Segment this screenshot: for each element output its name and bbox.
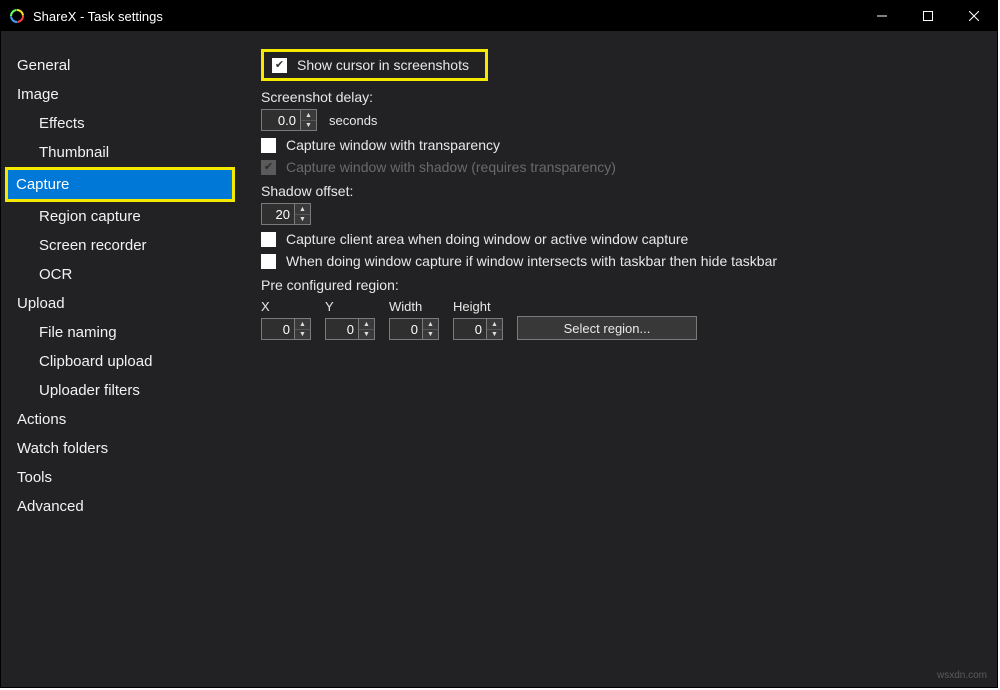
client-area-label: Capture client area when doing window or…	[286, 231, 688, 247]
window-title: ShareX - Task settings	[33, 9, 859, 24]
hide-taskbar-label: When doing window capture if window inte…	[286, 253, 777, 269]
region-height-label: Height	[453, 299, 503, 314]
spin-down-icon[interactable]: ▼	[295, 214, 310, 224]
transparency-checkbox[interactable]	[261, 138, 276, 153]
region-height-input[interactable]	[454, 319, 486, 339]
transparency-label: Capture window with transparency	[286, 137, 500, 153]
region-width-spinner[interactable]: ▲▼	[389, 318, 439, 340]
delay-unit-label: seconds	[329, 113, 377, 128]
show-cursor-label: Show cursor in screenshots	[297, 57, 469, 73]
region-x-label: X	[261, 299, 311, 314]
spin-up-icon[interactable]: ▲	[423, 319, 438, 329]
shadow-checkbox: ✔	[261, 160, 276, 175]
spin-up-icon[interactable]: ▲	[487, 319, 502, 329]
sidebar-item-actions[interactable]: Actions	[1, 405, 241, 434]
region-y-spinner[interactable]: ▲▼	[325, 318, 375, 340]
sidebar-item-uploader-filters[interactable]: Uploader filters	[1, 376, 241, 405]
spin-up-icon[interactable]: ▲	[301, 110, 316, 120]
sidebar-item-thumbnail[interactable]: Thumbnail	[1, 138, 241, 167]
screenshot-delay-spinner[interactable]: ▲▼	[261, 109, 317, 131]
select-region-button[interactable]: Select region...	[517, 316, 697, 340]
spin-down-icon[interactable]: ▼	[295, 329, 310, 339]
sidebar-item-region-capture[interactable]: Region capture	[1, 202, 241, 231]
screenshot-delay-input[interactable]	[262, 110, 300, 130]
minimize-button[interactable]	[859, 1, 905, 31]
maximize-button[interactable]	[905, 1, 951, 31]
region-y-input[interactable]	[326, 319, 358, 339]
sidebar-item-advanced[interactable]: Advanced	[1, 492, 241, 521]
sidebar-item-ocr[interactable]: OCR	[1, 260, 241, 289]
sidebar-item-tools[interactable]: Tools	[1, 463, 241, 492]
region-x-input[interactable]	[262, 319, 294, 339]
capture-settings-panel: ✔ Show cursor in screenshots Screenshot …	[241, 31, 997, 687]
task-settings-window: ShareX - Task settings General Image Eff…	[0, 0, 998, 688]
shadow-offset-input[interactable]	[262, 204, 294, 224]
region-x-spinner[interactable]: ▲▼	[261, 318, 311, 340]
close-button[interactable]	[951, 1, 997, 31]
client-area-checkbox[interactable]	[261, 232, 276, 247]
sharex-logo-icon	[9, 8, 25, 24]
sidebar-item-effects[interactable]: Effects	[1, 109, 241, 138]
sidebar-item-general[interactable]: General	[1, 51, 241, 80]
sidebar-item-image[interactable]: Image	[1, 80, 241, 109]
region-y-label: Y	[325, 299, 375, 314]
shadow-offset-label: Shadow offset:	[261, 183, 977, 199]
show-cursor-highlight: ✔ Show cursor in screenshots	[261, 49, 488, 81]
preconfigured-region-label: Pre configured region:	[261, 277, 977, 293]
screenshot-delay-label: Screenshot delay:	[261, 89, 977, 105]
spin-down-icon[interactable]: ▼	[359, 329, 374, 339]
spin-up-icon[interactable]: ▲	[295, 319, 310, 329]
show-cursor-checkbox[interactable]: ✔	[272, 58, 287, 73]
watermark-text: wsxdn.com	[937, 670, 987, 681]
titlebar: ShareX - Task settings	[1, 1, 997, 31]
hide-taskbar-checkbox[interactable]	[261, 254, 276, 269]
sidebar-item-clipboard-upload[interactable]: Clipboard upload	[1, 347, 241, 376]
shadow-label: Capture window with shadow (requires tra…	[286, 159, 616, 175]
region-height-spinner[interactable]: ▲▼	[453, 318, 503, 340]
sidebar-item-watch-folders[interactable]: Watch folders	[1, 434, 241, 463]
region-width-label: Width	[389, 299, 439, 314]
spin-down-icon[interactable]: ▼	[301, 120, 316, 130]
spin-up-icon[interactable]: ▲	[295, 204, 310, 214]
sidebar-item-capture[interactable]: Capture	[5, 167, 235, 202]
sidebar-item-file-naming[interactable]: File naming	[1, 318, 241, 347]
spin-down-icon[interactable]: ▼	[487, 329, 502, 339]
spin-down-icon[interactable]: ▼	[423, 329, 438, 339]
shadow-offset-spinner[interactable]: ▲▼	[261, 203, 311, 225]
sidebar-item-screen-recorder[interactable]: Screen recorder	[1, 231, 241, 260]
sidebar: General Image Effects Thumbnail Capture …	[1, 31, 241, 687]
sidebar-item-upload[interactable]: Upload	[1, 289, 241, 318]
spin-up-icon[interactable]: ▲	[359, 319, 374, 329]
region-width-input[interactable]	[390, 319, 422, 339]
